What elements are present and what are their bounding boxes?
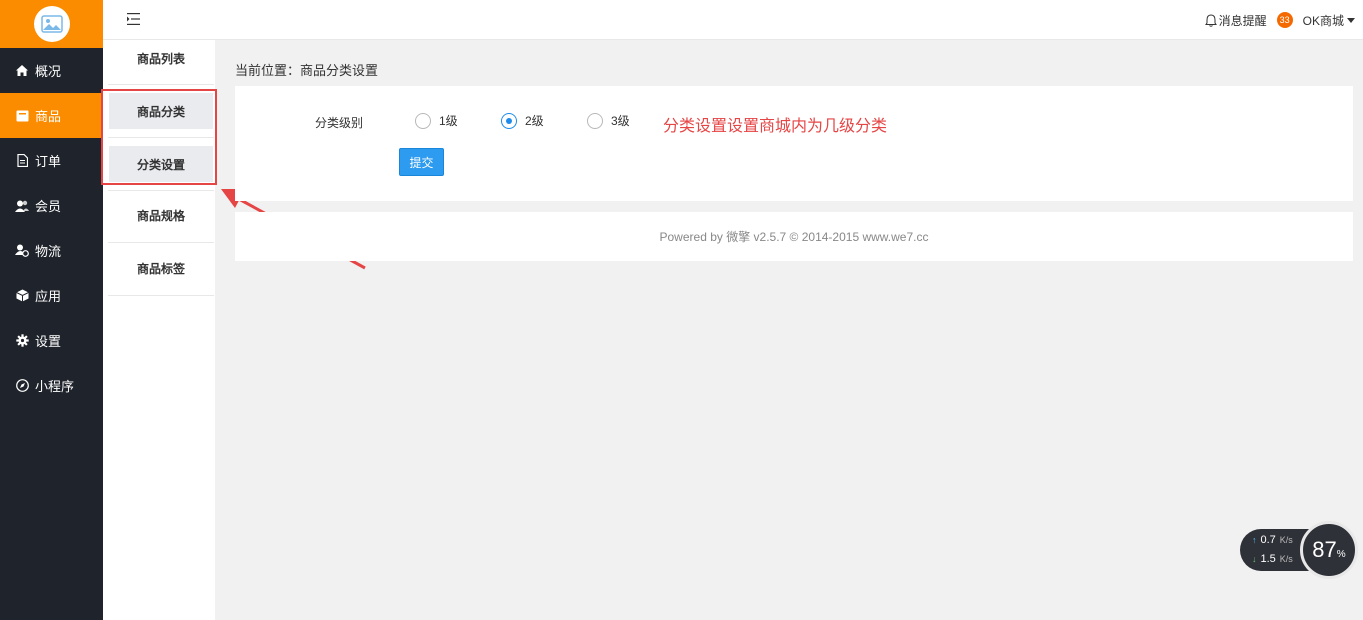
radio-label: 1级 bbox=[439, 114, 458, 128]
upload-speed: ↑ 0.7 K/s bbox=[1252, 534, 1293, 546]
subnav-item-goods-list[interactable]: 商品列表 bbox=[108, 32, 214, 84]
subnav-item-goods-spec[interactable]: 商品规格 bbox=[108, 189, 214, 241]
sidebar-item-apps[interactable]: 应用 bbox=[0, 273, 103, 318]
radio-circle bbox=[415, 112, 431, 129]
radio-circle bbox=[587, 112, 603, 129]
caret-down-icon bbox=[1347, 17, 1355, 23]
top-right-area: 消息提醒 33 OK商城 bbox=[1204, 0, 1355, 40]
users-icon bbox=[15, 199, 29, 213]
subnav-item-label: 商品标签 bbox=[136, 261, 185, 276]
radio-label: 3级 bbox=[611, 114, 630, 128]
radio-label: 2级 bbox=[525, 114, 544, 128]
sidebar-item-orders[interactable]: 订单 bbox=[0, 138, 103, 183]
annotation-note: 分类设置设置商城内为几级分类 bbox=[663, 118, 888, 135]
sidebar-item-goods[interactable]: 商品 bbox=[0, 93, 103, 138]
top-bar: 消息提醒 33 OK商城 bbox=[103, 0, 1363, 40]
sidebar-item-overview[interactable]: 概况 bbox=[0, 48, 103, 93]
submit-button[interactable]: 提交 bbox=[399, 148, 444, 176]
sidebar-item-label: 会员 bbox=[35, 199, 62, 214]
notification-link[interactable]: 消息提醒 bbox=[1204, 12, 1267, 29]
radio-level-2[interactable]: 2级 bbox=[501, 112, 544, 129]
footer: Powered by 微擎 v2.5.7 © 2014-2015 www.we7… bbox=[235, 212, 1353, 261]
cube-icon bbox=[15, 289, 29, 303]
arrow-down-icon: ↓ bbox=[1252, 554, 1257, 564]
subnav-divider bbox=[108, 295, 214, 296]
download-value: 1.5 bbox=[1260, 553, 1276, 565]
image-icon bbox=[40, 15, 63, 33]
sidebar-item-label: 订单 bbox=[35, 154, 62, 169]
document-icon bbox=[15, 154, 29, 168]
sidebar-item-logistics[interactable]: 物流 bbox=[0, 228, 103, 273]
logo-area bbox=[0, 0, 103, 48]
truck-icon bbox=[15, 244, 29, 258]
footer-text: Powered by 微擎 v2.5.7 © 2014-2015 www.we7… bbox=[659, 230, 929, 244]
usage-percent: 87% bbox=[1312, 537, 1346, 562]
subnav-item-label: 商品规格 bbox=[136, 208, 185, 223]
sidebar-item-label: 小程序 bbox=[35, 379, 75, 394]
main-sidebar: 概况 商品 订单 会员 物流 应用 设置 小程序 bbox=[0, 0, 103, 620]
notification-label: 消息提醒 bbox=[1218, 13, 1267, 28]
radio-circle-checked bbox=[501, 112, 517, 129]
menu-toggle-icon[interactable] bbox=[127, 13, 141, 25]
settings-panel: 分类级别 1级 2级 3级 分类设置设置商城内为几级分类 提交 bbox=[235, 86, 1353, 201]
upload-value: 0.7 bbox=[1260, 534, 1276, 546]
sidebar-item-members[interactable]: 会员 bbox=[0, 183, 103, 228]
subnav-divider bbox=[108, 84, 214, 85]
annotation-highlight-box bbox=[101, 89, 217, 185]
sidebar-item-label: 设置 bbox=[35, 334, 62, 349]
sidebar-item-label: 商品 bbox=[35, 109, 62, 124]
bell-icon bbox=[1204, 13, 1217, 27]
download-speed: ↓ 1.5 K/s bbox=[1252, 553, 1293, 565]
home-icon bbox=[15, 64, 29, 78]
subnav-item-label: 商品列表 bbox=[136, 51, 185, 66]
sidebar-item-label: 概况 bbox=[35, 64, 62, 79]
gear-icon bbox=[15, 334, 29, 348]
compass-icon bbox=[15, 379, 29, 393]
sidebar-item-label: 物流 bbox=[35, 244, 62, 259]
breadcrumb: 当前位置：商品分类设置 bbox=[235, 63, 379, 78]
upload-unit: K/s bbox=[1279, 535, 1293, 545]
shop-name: OK商城 bbox=[1302, 13, 1344, 28]
sidebar-item-miniprogram[interactable]: 小程序 bbox=[0, 363, 103, 408]
logo[interactable] bbox=[33, 6, 70, 42]
sidebar-item-settings[interactable]: 设置 bbox=[0, 318, 103, 363]
subnav-item-goods-tags[interactable]: 商品标签 bbox=[108, 242, 214, 294]
sidebar-item-label: 应用 bbox=[35, 289, 62, 304]
radio-level-1[interactable]: 1级 bbox=[415, 112, 458, 129]
shop-dropdown[interactable]: OK商城 bbox=[1303, 12, 1355, 29]
usage-gauge: 87% bbox=[1300, 521, 1358, 579]
arrow-up-icon: ↑ bbox=[1252, 535, 1257, 545]
radio-level-3[interactable]: 3级 bbox=[587, 112, 630, 129]
category-level-label: 分类级别 bbox=[315, 116, 364, 130]
network-speed-widget[interactable]: ↑ 0.7 K/s ↓ 1.5 K/s 87% bbox=[1240, 521, 1360, 579]
notification-badge: 33 bbox=[1276, 12, 1293, 28]
download-unit: K/s bbox=[1279, 554, 1293, 564]
box-icon bbox=[15, 109, 29, 123]
